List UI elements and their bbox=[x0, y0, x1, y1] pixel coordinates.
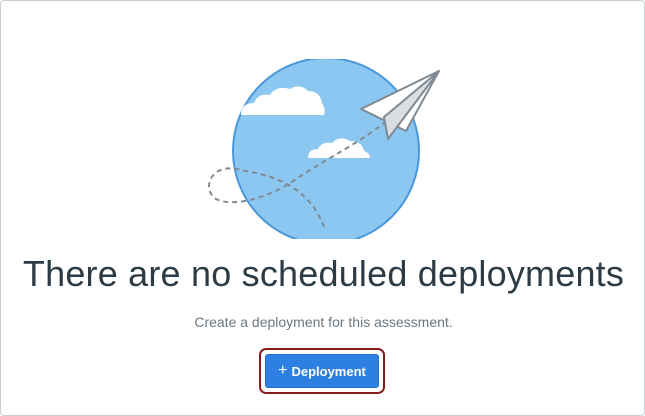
plus-icon: + bbox=[278, 362, 288, 379]
add-deployment-label: Deployment bbox=[291, 363, 366, 379]
paper-airplane-globe-icon bbox=[207, 59, 440, 239]
empty-state-description: Create a deployment for this assessment. bbox=[194, 314, 453, 330]
add-deployment-button[interactable]: + Deployment bbox=[265, 354, 379, 388]
page-title: There are no scheduled deployments bbox=[22, 253, 625, 294]
empty-state-panel: There are no scheduled deployments Creat… bbox=[0, 0, 645, 416]
highlight-outline: + Deployment bbox=[259, 348, 385, 394]
